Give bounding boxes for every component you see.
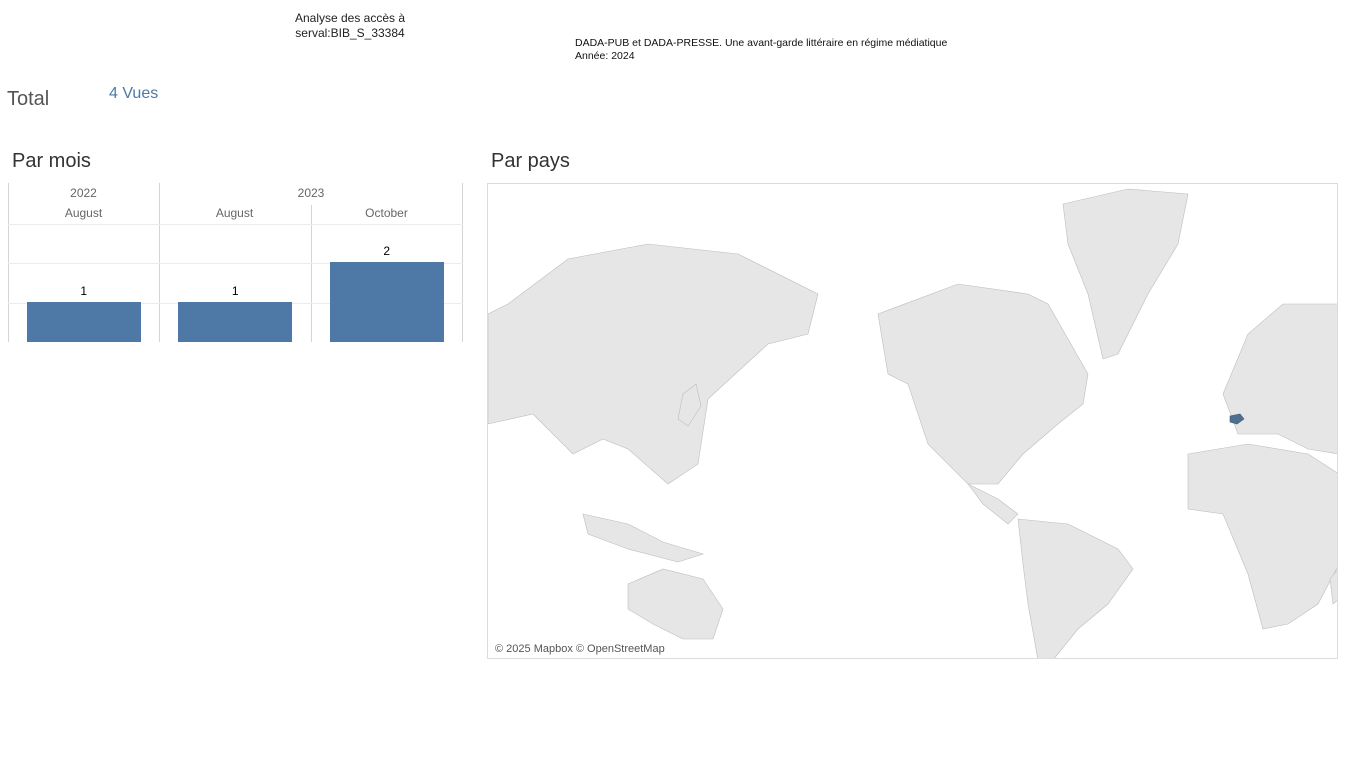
africa-landmass — [1187, 443, 1337, 630]
world-map[interactable]: © 2025 Mapbox © OpenStreetMap — [487, 183, 1338, 659]
monthly-bar-chart: 2022 2023 August August October 1 1 2 — [8, 183, 463, 343]
data-label: 2 — [383, 244, 391, 258]
total-label: Total — [7, 88, 50, 110]
bar[interactable] — [178, 302, 293, 342]
report-title-line2: serval:BIB_S_33384 — [295, 26, 405, 40]
month-divider — [311, 205, 312, 342]
central-america-landmass — [967, 483, 1019, 525]
document-year: Année: 2024 — [575, 50, 635, 62]
year-header-2022: 2022 — [70, 186, 97, 200]
south-america-landmass — [1017, 518, 1134, 658]
north-america-landmass — [877, 283, 1089, 485]
australia-landmass — [627, 568, 724, 640]
report-title-line1: Analyse des accès à — [294, 11, 406, 25]
month-header: October — [365, 206, 408, 220]
report-title: Analyse des accès à serval:BIB_S_33384 — [270, 11, 430, 41]
map-attribution[interactable]: © 2025 Mapbox © OpenStreetMap — [495, 643, 665, 655]
year-header-2023: 2023 — [297, 186, 325, 200]
bar[interactable] — [26, 302, 141, 342]
europe-landmass — [1222, 303, 1337, 454]
southeast-asia-landmass — [582, 513, 705, 563]
asia-landmass — [488, 243, 819, 485]
world-map-graphic — [488, 188, 1337, 658]
section-title-by-month: Par mois — [12, 150, 91, 172]
data-label: 1 — [231, 284, 239, 298]
total-views: 4 Vues — [109, 85, 159, 102]
section-title-by-country: Par pays — [491, 150, 570, 172]
document-title: DADA-PUB et DADA-PRESSE. Une avant-garde… — [575, 37, 948, 49]
document-info: DADA-PUB et DADA-PRESSE. Une avant-garde… — [575, 37, 947, 63]
month-header: August — [215, 206, 254, 220]
greenland-landmass — [1062, 188, 1189, 360]
header-separator — [8, 224, 463, 225]
data-label: 1 — [80, 284, 88, 298]
month-header: August — [64, 206, 103, 220]
bar[interactable] — [329, 262, 444, 342]
